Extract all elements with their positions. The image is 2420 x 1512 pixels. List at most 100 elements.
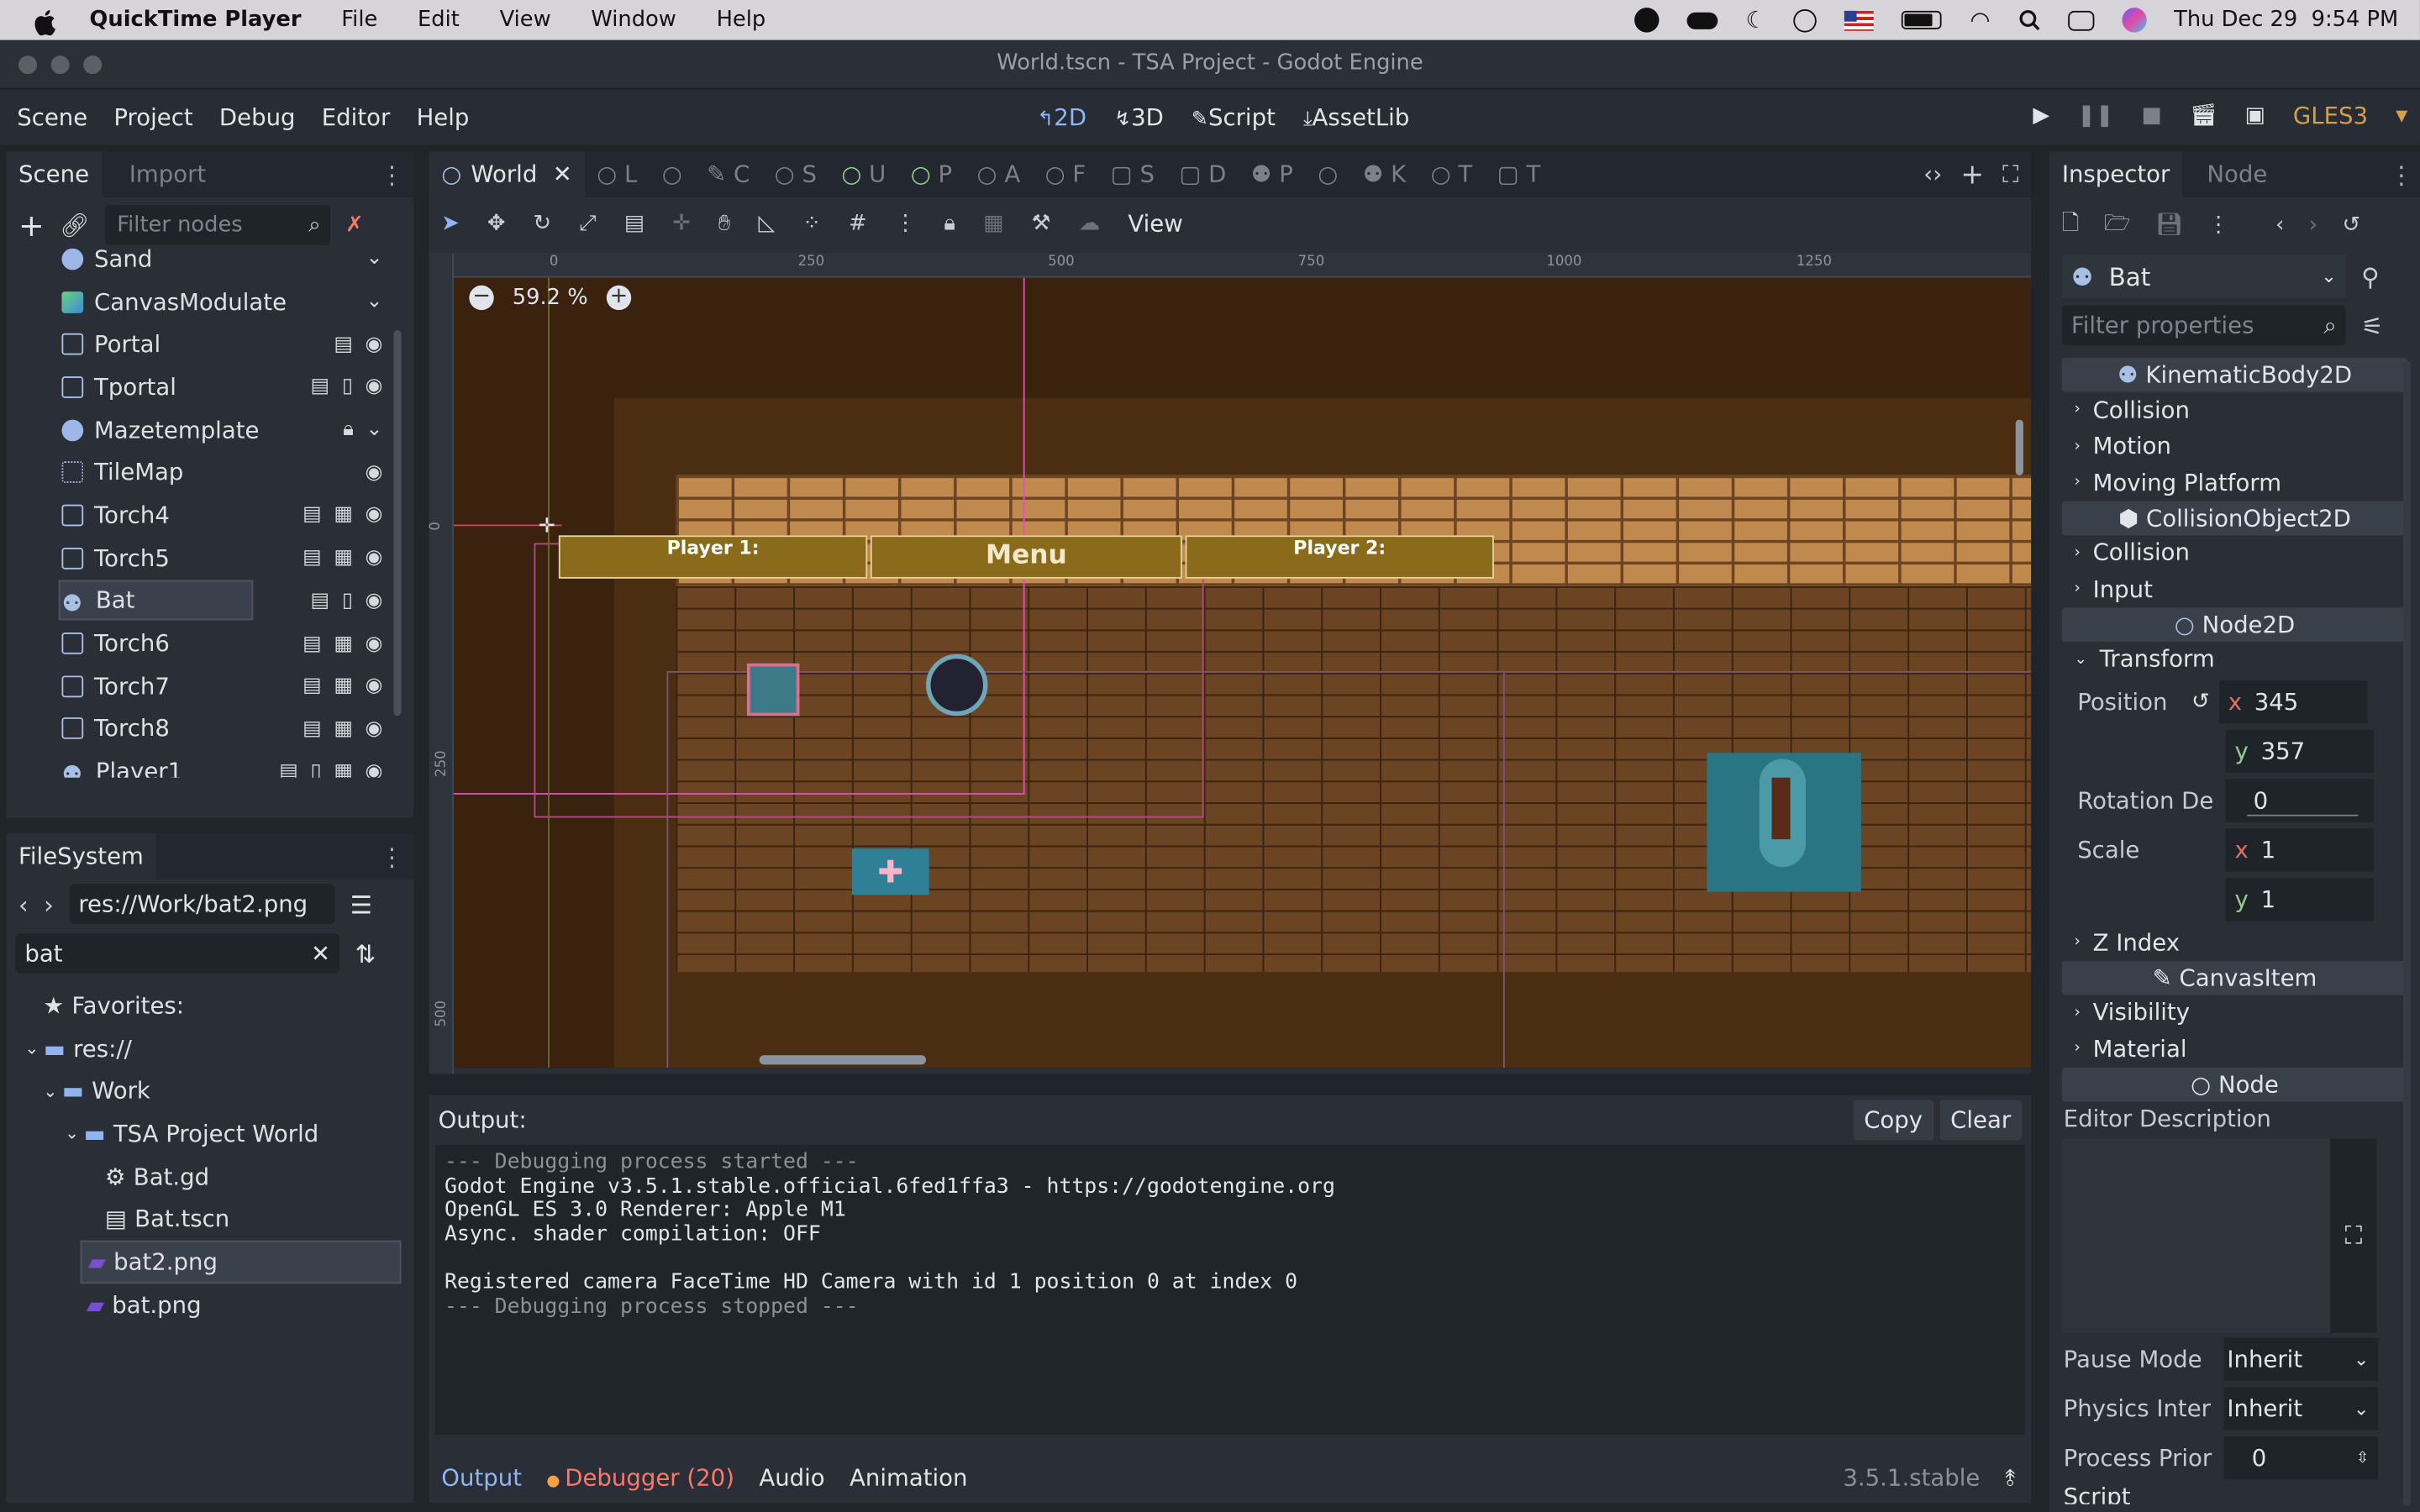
expand-icon[interactable]: ⛶ [2330, 1138, 2377, 1333]
tab-s[interactable]: ○ S [762, 151, 829, 197]
eye-icon[interactable]: ◉ [366, 717, 383, 741]
prop-collision[interactable]: › Collision [2049, 392, 2420, 428]
pivot-icon[interactable]: ✛ [672, 212, 691, 236]
tree-item-tportal[interactable]: Tportal ▤ ▯ ◉ [61, 365, 413, 408]
tab-output[interactable]: Output [441, 1464, 522, 1492]
hud-menu[interactable]: Menu [870, 535, 1182, 579]
pause-icon[interactable]: ❚❚ [2077, 103, 2113, 128]
tree-item-torch7[interactable]: Torch7 ▤ ▦ ◉ [61, 664, 413, 707]
mode-3d-button[interactable]: ↯3D [1114, 103, 1164, 131]
tab-c[interactable]: ✎ C [694, 151, 761, 197]
prop-zindex[interactable]: › Z Index [2049, 924, 2420, 960]
group-icon[interactable]: ▦ [983, 212, 1003, 236]
menu-project[interactable]: Project [113, 103, 192, 131]
play-icon[interactable]: ▶ [2033, 103, 2049, 128]
tree-item-sand[interactable]: Sand ⌄ [61, 238, 413, 281]
chevron-down-icon[interactable]: ⌄ [43, 1081, 57, 1101]
eye-icon[interactable]: ◉ [366, 461, 383, 485]
pause-mode-select[interactable]: Inherit ⌄ [2223, 1337, 2379, 1381]
tree-item-canvasmodulate[interactable]: CanvasModulate ⌄ [61, 281, 413, 323]
tab-k[interactable]: ⚉ K [1350, 151, 1418, 197]
group-icon[interactable]: ▦ [334, 675, 353, 698]
eye-icon[interactable]: ◉ [366, 333, 383, 356]
battery-icon[interactable] [1902, 10, 1943, 29]
eye-icon[interactable]: ◉ [366, 632, 383, 655]
clapper-icon[interactable]: ▤ [302, 632, 322, 655]
zoom-in-icon[interactable]: + [606, 285, 632, 311]
chevron-down-icon[interactable]: ▼ [2396, 108, 2407, 124]
clapper-icon[interactable]: ▤ [311, 589, 330, 612]
clapper-icon[interactable]: ▤ [311, 375, 330, 399]
prop-transform[interactable]: ⌄ Transform [2049, 641, 2420, 677]
clapper-icon[interactable]: ▤ [302, 717, 322, 741]
tab-blank-2[interactable]: ○ [1306, 151, 1350, 197]
back-icon[interactable]: ‹ [18, 890, 29, 919]
renderer-label[interactable]: GLES3 [2293, 102, 2368, 129]
menu-debug[interactable]: Debug [219, 103, 296, 131]
folder-tsa-project-world[interactable]: ⌄ ▬ TSA Project World [6, 1112, 413, 1155]
tab-p2[interactable]: ⚉ P [1239, 151, 1305, 197]
lock-icon[interactable]: 🔒︎ [343, 418, 354, 442]
mode-2d-button[interactable]: ↰2D [1037, 103, 1086, 131]
scene-canvas[interactable]: ✛ Player 1: Menu Player 2: ✚ − 59.2 % + [453, 277, 2032, 1068]
file-bat-gd[interactable]: ⚙ Bat.gd [6, 1155, 413, 1198]
close-tab-icon[interactable]: ✕ [553, 160, 572, 188]
clear-icon[interactable]: ✕ [311, 940, 330, 968]
node-tools-icon[interactable]: ⚲ [2361, 261, 2380, 291]
forward-icon[interactable]: › [44, 890, 54, 919]
grid-snap-icon[interactable]: # [849, 212, 867, 236]
magnifier-sprite[interactable] [926, 654, 988, 717]
tree-item-portal[interactable]: Portal ▤ ◉ [61, 323, 413, 366]
eye-icon[interactable]: ◉ [366, 760, 383, 778]
zoom-out-icon[interactable]: − [469, 285, 494, 311]
back-icon[interactable]: ‹ [2275, 213, 2284, 237]
menu-view[interactable]: View [500, 8, 551, 32]
clapper-icon[interactable]: ▤ [302, 675, 322, 698]
prop-material[interactable]: › Material [2049, 1031, 2420, 1067]
output-log[interactable]: --- Debugging process started --- Godot E… [434, 1144, 2025, 1436]
eye-icon[interactable]: ◉ [366, 504, 383, 528]
smart-snap-icon[interactable]: ⁘ [802, 212, 821, 236]
move-tool-icon[interactable]: ✥ [487, 212, 506, 236]
script-remove-icon[interactable]: ✗ [345, 213, 364, 237]
inspector-scrollbar[interactable] [2402, 360, 2411, 1506]
file-bat2-png[interactable]: ▰ bat2.png [80, 1240, 402, 1284]
prop-moving-platform[interactable]: › Moving Platform [2049, 465, 2420, 501]
menu-help-godot[interactable]: Help [417, 103, 470, 131]
rotation-field[interactable]: 0 [2225, 779, 2374, 822]
tab-scene[interactable]: Scene [6, 150, 102, 198]
heal-sprite[interactable]: ✚ [851, 848, 929, 895]
tab-u[interactable]: ○ U [829, 151, 898, 197]
prop-motion[interactable]: › Motion [2049, 428, 2420, 465]
physics-interpolation-select[interactable]: Inherit ⌄ [2223, 1387, 2379, 1431]
mode-script-button[interactable]: ✎Script [1192, 103, 1276, 131]
tab-f[interactable]: ○ F [1033, 151, 1098, 197]
tab-p[interactable]: ○ P [898, 151, 965, 197]
clapper-icon[interactable]: ▤ [279, 760, 298, 778]
tree-item-mazetemplate[interactable]: Mazetemplate 🔒︎ ⌄ [61, 408, 413, 451]
menu-scene[interactable]: Scene [17, 103, 87, 131]
split-mode-icon[interactable]: ☰ [350, 890, 372, 919]
dock-menu-icon[interactable]: ⋮ [380, 160, 404, 189]
apple-icon[interactable] [34, 5, 55, 35]
clapper-icon[interactable]: ▤ [334, 333, 353, 356]
group-icon[interactable]: ▦ [334, 760, 353, 778]
position-y-field[interactable]: y 357 [2225, 729, 2374, 774]
dock-menu-icon[interactable]: ⋮ [380, 842, 404, 871]
new-resource-icon[interactable]: 🗋︎ [2062, 207, 2080, 244]
zoom-level[interactable]: 59.2 % [513, 286, 588, 310]
player-sprite[interactable] [746, 663, 800, 717]
tab-a[interactable]: ○ A [965, 151, 1033, 197]
search-icon[interactable] [2018, 8, 2040, 32]
moon-icon[interactable]: ☾ [1745, 6, 1766, 34]
eye-icon[interactable]: ◉ [366, 589, 383, 612]
menu-edit[interactable]: Edit [418, 8, 460, 32]
bone-icon[interactable]: ⚒ [1031, 212, 1050, 236]
group-icon[interactable]: ▦ [334, 546, 353, 570]
tab-t2[interactable]: ▢ T [1485, 151, 1553, 197]
prop-input[interactable]: › Input [2049, 571, 2420, 607]
scale-x-field[interactable]: x1 [2225, 828, 2374, 872]
tree-item-tilemap[interactable]: TileMap ◉ [61, 451, 413, 494]
open-folder-icon[interactable]: 🗁︎ [2104, 207, 2131, 244]
mode-assetlib-button[interactable]: ⤓AssetLib [1303, 103, 1409, 131]
